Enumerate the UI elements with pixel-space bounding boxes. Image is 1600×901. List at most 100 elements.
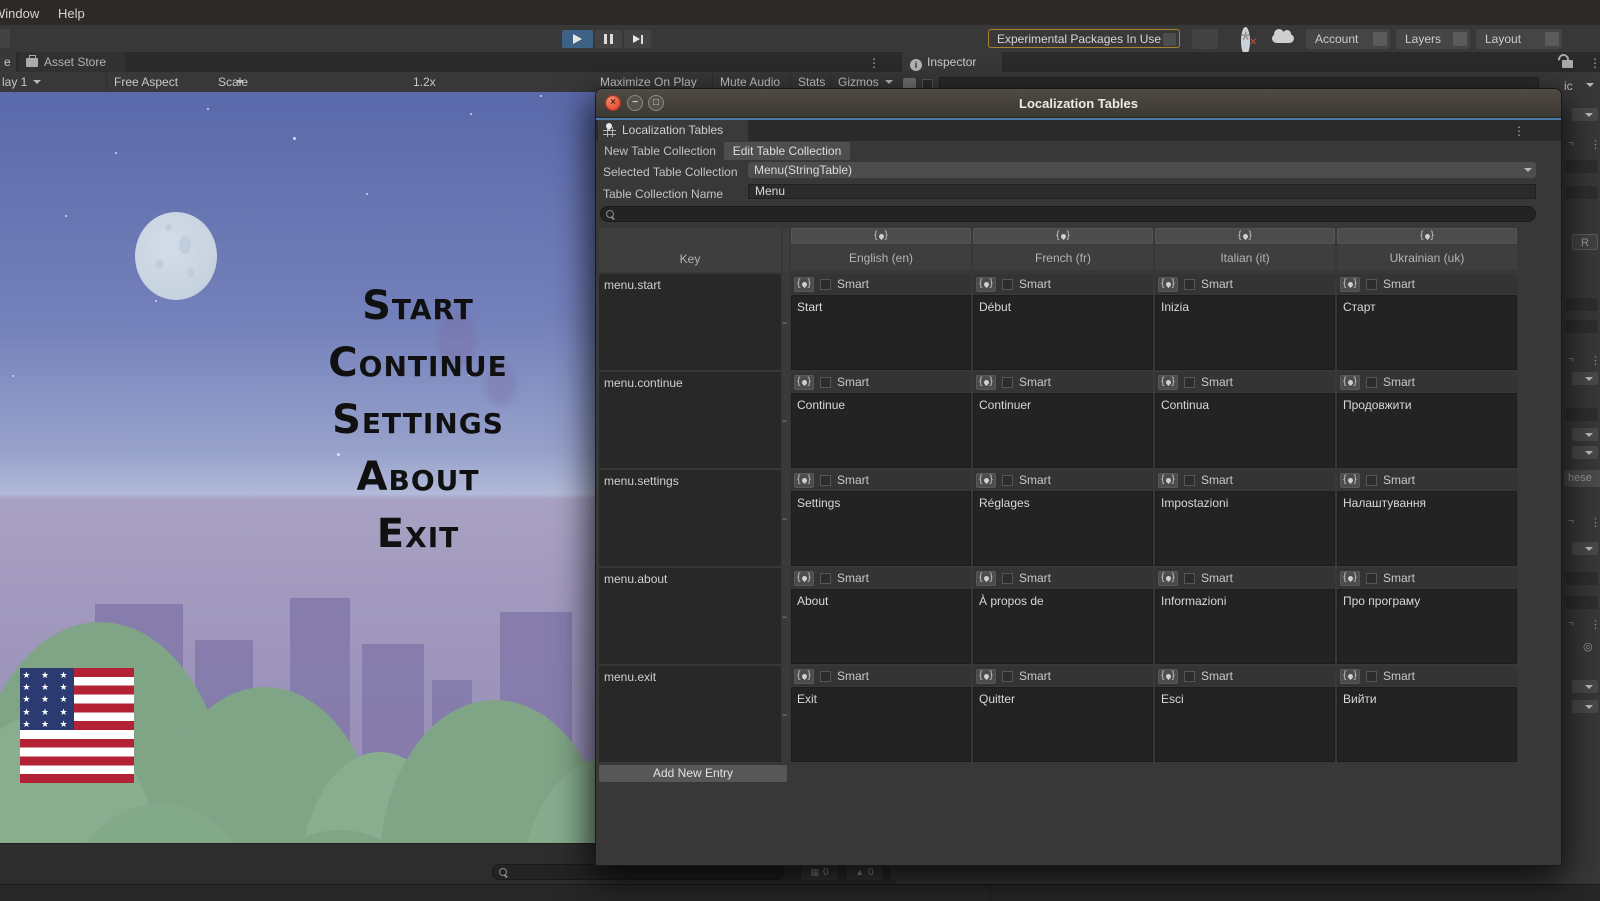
translation-input[interactable]: Про програму (1337, 589, 1517, 664)
metadata-button[interactable] (1158, 375, 1178, 390)
toolbar-unlabeled-dropdown[interactable] (1192, 29, 1218, 49)
r-button[interactable]: R (1572, 234, 1598, 250)
key-cell[interactable]: menu.continue (599, 372, 781, 468)
window-menu-icon[interactable] (1513, 124, 1525, 138)
play-button[interactable] (562, 30, 593, 48)
game-panel-menu-icon[interactable] (868, 56, 880, 70)
inspector-field[interactable] (1566, 298, 1598, 311)
component-menu-icon[interactable] (1590, 618, 1600, 631)
smart-checkbox[interactable] (820, 671, 831, 682)
translation-input[interactable]: Exit (791, 687, 971, 762)
menu-help[interactable]: Help (58, 6, 85, 21)
translation-input[interactable]: À propos de (973, 589, 1153, 664)
component-menu-icon[interactable] (1590, 516, 1600, 529)
pause-button[interactable] (595, 30, 622, 48)
translation-input[interactable]: Impostazioni (1155, 491, 1335, 566)
component-menu-icon[interactable] (1590, 354, 1600, 367)
smart-checkbox[interactable] (1366, 377, 1377, 388)
inspector-field[interactable] (1566, 160, 1598, 173)
window-titlebar[interactable]: × − □ Localization Tables (596, 89, 1561, 118)
us-flag-language-button[interactable]: ★ ★ ★★ ★ ★★ ★ ★★ ★ ★★ ★ ★ (20, 668, 134, 783)
metadata-button[interactable] (1340, 571, 1360, 586)
menu-exit[interactable]: Exit (248, 506, 588, 563)
cloud-icon[interactable] (1272, 34, 1294, 43)
menu-start[interactable]: Start (248, 278, 588, 335)
translation-input[interactable]: Continuer (973, 393, 1153, 468)
metadata-button[interactable] (976, 473, 996, 488)
translation-input[interactable]: Esci (1155, 687, 1335, 762)
smart-checkbox[interactable] (1366, 671, 1377, 682)
column-metadata-button[interactable] (973, 228, 1153, 244)
experimental-packages-badge[interactable]: Experimental Packages In Use (988, 29, 1180, 48)
tab-localization-tables[interactable]: Localization Tables (598, 120, 748, 141)
metadata-button[interactable] (1158, 473, 1178, 488)
row-drag-handle[interactable] (783, 470, 789, 566)
column-metadata-button[interactable] (1337, 228, 1517, 244)
smart-checkbox[interactable] (1184, 279, 1195, 290)
row-drag-handle[interactable] (783, 274, 789, 370)
metadata-button[interactable] (976, 375, 996, 390)
translation-input[interactable]: Продовжити (1337, 393, 1517, 468)
metadata-button[interactable] (1340, 277, 1360, 292)
inspector-field[interactable] (1566, 596, 1598, 609)
display-dropdown[interactable]: lay 1 (2, 76, 41, 89)
lock-icon[interactable] (1562, 60, 1573, 68)
metadata-button[interactable] (1340, 473, 1360, 488)
key-cell[interactable]: menu.about (599, 568, 781, 664)
collab-icon[interactable]: *✕ (1234, 29, 1262, 49)
tab-inspector[interactable]: iInspector (902, 52, 1002, 72)
translation-input[interactable]: About (791, 589, 971, 664)
inspector-dropdown[interactable] (1572, 700, 1598, 713)
table-search-input[interactable] (600, 206, 1536, 222)
metadata-button[interactable] (1158, 571, 1178, 586)
metadata-button[interactable] (1158, 669, 1178, 684)
layout-button[interactable]: Layout (1476, 29, 1562, 49)
translation-input[interactable]: Continua (1155, 393, 1335, 468)
badge-dropdown[interactable] (1163, 33, 1176, 46)
translation-input[interactable]: Informazioni (1155, 589, 1335, 664)
metadata-button[interactable] (1340, 375, 1360, 390)
key-cell[interactable]: menu.start (599, 274, 781, 370)
translation-input[interactable]: Вийти (1337, 687, 1517, 762)
smart-checkbox[interactable] (1002, 671, 1013, 682)
selected-collection-dropdown[interactable]: Menu(StringTable) (748, 162, 1536, 178)
smart-checkbox[interactable] (1002, 377, 1013, 388)
inspector-field[interactable] (1566, 572, 1598, 585)
translation-input[interactable]: Settings (791, 491, 971, 566)
inspector-dropdown[interactable] (1572, 542, 1598, 555)
metadata-button[interactable] (976, 277, 996, 292)
metadata-button[interactable] (794, 473, 814, 488)
smart-checkbox[interactable] (1366, 279, 1377, 290)
smart-checkbox[interactable] (1366, 573, 1377, 584)
account-button[interactable]: Account (1306, 29, 1390, 49)
smart-checkbox[interactable] (1184, 573, 1195, 584)
metadata-button[interactable] (794, 669, 814, 684)
layers-button[interactable]: Layers (1396, 29, 1470, 49)
tab-asset-store[interactable]: Asset Store (18, 52, 126, 72)
translation-input[interactable]: Continue (791, 393, 971, 468)
step-button[interactable] (624, 30, 651, 48)
metadata-button[interactable] (794, 571, 814, 586)
search-input[interactable] (492, 864, 784, 880)
metadata-button[interactable] (1158, 277, 1178, 292)
smart-checkbox[interactable] (820, 377, 831, 388)
smart-checkbox[interactable] (1184, 671, 1195, 682)
row-drag-handle[interactable] (783, 372, 789, 468)
translation-input[interactable]: Inizia (1155, 295, 1335, 370)
static-dropdown-caret[interactable] (1586, 83, 1594, 87)
smart-checkbox[interactable] (820, 279, 831, 290)
edit-table-collection-button[interactable]: Edit Table Collection (724, 142, 850, 160)
add-new-entry-button[interactable]: Add New Entry (599, 765, 787, 782)
menu-settings[interactable]: Settings (248, 392, 588, 449)
smart-checkbox[interactable] (1184, 377, 1195, 388)
key-cell[interactable]: menu.settings (599, 470, 781, 566)
smart-checkbox[interactable] (1002, 475, 1013, 486)
translation-input[interactable]: Début (973, 295, 1153, 370)
row-drag-handle[interactable] (783, 568, 789, 664)
component-menu-icon[interactable] (1590, 138, 1600, 151)
menu-window[interactable]: Window (0, 6, 39, 21)
smart-checkbox[interactable] (820, 573, 831, 584)
inspector-menu-icon[interactable] (1589, 56, 1600, 70)
smart-checkbox[interactable] (1366, 475, 1377, 486)
metadata-button[interactable] (976, 669, 996, 684)
